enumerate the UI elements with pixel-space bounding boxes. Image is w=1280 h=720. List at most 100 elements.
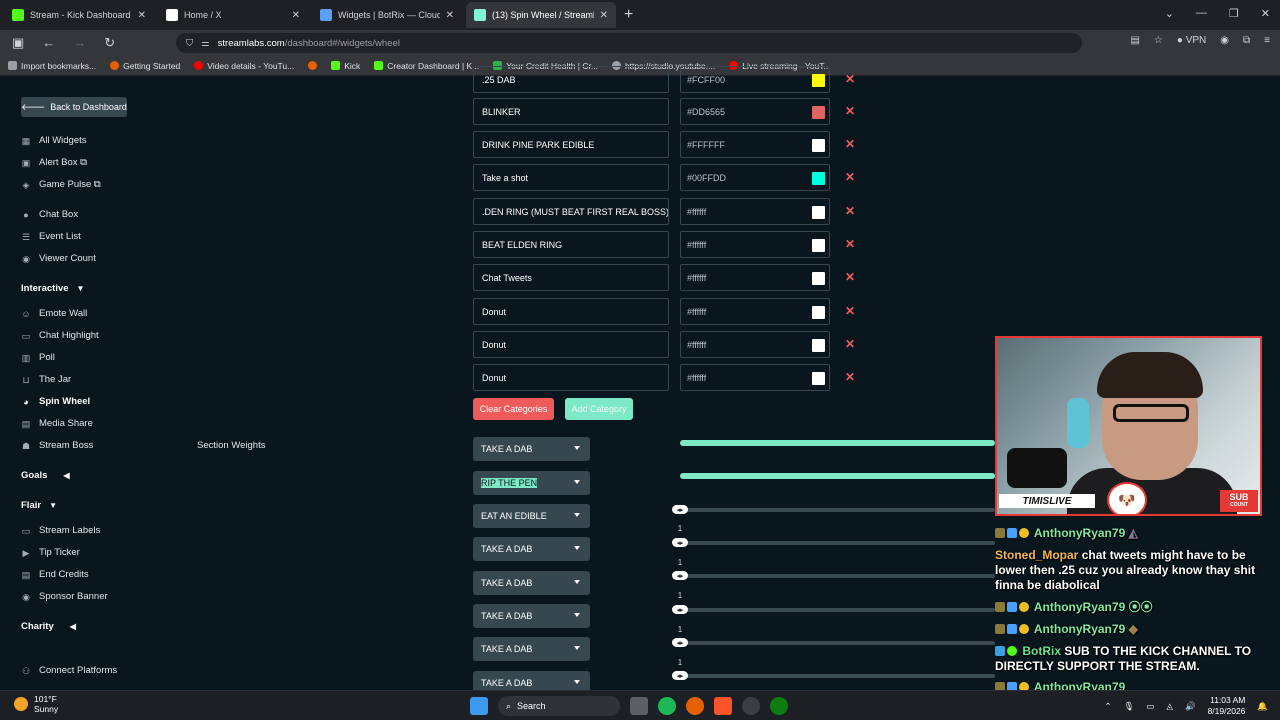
category-color-input[interactable]: #DD6565: [680, 98, 830, 125]
category-name-input[interactable]: Donut: [473, 298, 669, 325]
profile-icon[interactable]: ◉: [1220, 35, 1229, 46]
category-name-input[interactable]: .DEN RING (MUST BEAT FIRST REAL BOSS): [473, 198, 669, 225]
sidebar-section-flair[interactable]: Flair ▼: [21, 500, 57, 511]
delete-category-icon[interactable]: ✕: [845, 72, 855, 86]
category-color-input[interactable]: #ffffff: [680, 264, 830, 291]
color-swatch[interactable]: [812, 372, 825, 385]
delete-category-icon[interactable]: ✕: [845, 270, 855, 284]
color-swatch[interactable]: [812, 172, 825, 185]
color-swatch[interactable]: [812, 139, 825, 152]
sidebar-item-viewer-count[interactable]: ◉ Viewer Count: [21, 253, 96, 264]
sidebar-item-end-credits[interactable]: ▤ End Credits: [21, 569, 89, 580]
screenshot-icon[interactable]: ▤: [1130, 35, 1139, 46]
sidebar-section-charity[interactable]: Charity ◀: [21, 621, 76, 632]
category-name-input[interactable]: DRINK PINE PARK EDIBLE: [473, 131, 669, 158]
color-swatch[interactable]: [812, 74, 825, 87]
color-swatch[interactable]: [812, 339, 825, 352]
delete-category-icon[interactable]: ✕: [845, 104, 855, 118]
close-tab-icon[interactable]: ✕: [138, 10, 146, 21]
browser-tab-x[interactable]: Home / X ✕: [158, 2, 308, 28]
weight-slider[interactable]: [680, 674, 995, 678]
sidebar-item-all-widgets[interactable]: ▦ All Widgets: [21, 135, 87, 146]
bookmark-item[interactable]: Kick: [331, 61, 360, 71]
category-name-input[interactable]: Donut: [473, 364, 669, 391]
category-color-input[interactable]: #00FFDD: [680, 164, 830, 191]
microphone-icon[interactable]: 🎙: [1124, 701, 1135, 712]
clock[interactable]: 11:03 AM 8/19/2026: [1208, 695, 1246, 717]
category-name-input[interactable]: .25 DAB: [473, 66, 669, 93]
sidebar-section-goals[interactable]: Goals ◀: [21, 470, 70, 481]
slider-handle[interactable]: ◂▸: [672, 638, 688, 647]
notification-icon[interactable]: 🔔: [1257, 701, 1268, 712]
weight-section-select[interactable]: TAKE A DAB: [473, 571, 590, 595]
bookmark-star-icon[interactable]: ☆: [1154, 35, 1163, 46]
slider-handle[interactable]: ◂▸: [672, 605, 688, 614]
sidebar-item-tip-ticker[interactable]: ▶ Tip Ticker: [21, 547, 80, 558]
slider-handle[interactable]: ◂▸: [672, 671, 688, 680]
firefox-icon[interactable]: [686, 697, 704, 715]
chevron-up-icon[interactable]: ⌃: [1104, 701, 1111, 712]
delete-category-icon[interactable]: ✕: [845, 237, 855, 251]
sidebar-item-emote-wall[interactable]: ☺ Emote Wall: [21, 308, 87, 319]
task-view-icon[interactable]: [630, 697, 648, 715]
category-name-input[interactable]: BLINKER: [473, 98, 669, 125]
sidebar-item-media-share[interactable]: ▤ Media Share: [21, 418, 93, 429]
maximize-icon[interactable]: ❐: [1229, 7, 1239, 20]
bookmark-item[interactable]: Video details - YouTu...: [194, 61, 294, 71]
delete-category-icon[interactable]: ✕: [845, 170, 855, 184]
category-color-input[interactable]: #ffffff: [680, 298, 830, 325]
sidebar-item-connect-platforms[interactable]: ⚇ Connect Platforms: [21, 665, 117, 676]
reload-icon[interactable]: ↻: [104, 35, 115, 51]
sidebar-item-spin-wheel[interactable]: ◕ Spin Wheel: [21, 396, 90, 407]
weight-section-select[interactable]: EAT AN EDIBLE: [473, 504, 590, 528]
weight-slider[interactable]: [680, 473, 995, 479]
sidebar-toggle-icon[interactable]: ▣: [12, 35, 24, 51]
color-swatch[interactable]: [812, 239, 825, 252]
sidebar-item-stream-boss[interactable]: ☗ Stream Boss: [21, 440, 93, 451]
close-window-icon[interactable]: ✕: [1261, 7, 1270, 20]
vpn-button[interactable]: ● VPN: [1177, 35, 1206, 46]
new-tab-icon[interactable]: +: [624, 6, 633, 24]
weight-slider[interactable]: [680, 574, 995, 578]
obs-icon[interactable]: [742, 697, 760, 715]
bookmark-item[interactable]: [308, 61, 318, 70]
close-tab-icon[interactable]: ✕: [446, 10, 454, 21]
windows-start-icon[interactable]: [470, 697, 488, 715]
weight-section-select[interactable]: TAKE A DAB: [473, 437, 590, 461]
bookmark-item[interactable]: Getting Started: [110, 61, 180, 71]
category-name-input[interactable]: BEAT ELDEN RING: [473, 231, 669, 258]
menu-icon[interactable]: ≡: [1264, 35, 1270, 46]
tab-list-icon[interactable]: ⌄: [1165, 7, 1174, 20]
spotify-icon[interactable]: [658, 697, 676, 715]
site-info-icon[interactable]: ⛉: [186, 38, 193, 49]
slider-handle[interactable]: ◂▸: [672, 505, 688, 514]
delete-category-icon[interactable]: ✕: [845, 337, 855, 351]
weight-slider[interactable]: [680, 440, 995, 446]
close-tab-icon[interactable]: ✕: [600, 10, 608, 21]
clear-categories-button[interactable]: Clear Categories: [473, 398, 554, 420]
category-color-input[interactable]: #FCFF00: [680, 66, 830, 93]
category-color-input[interactable]: #FFFFFF: [680, 131, 830, 158]
weight-slider[interactable]: [680, 541, 995, 545]
add-category-button[interactable]: Add Category: [565, 398, 633, 420]
delete-category-icon[interactable]: ✕: [845, 204, 855, 218]
sidebar-item-game-pulse[interactable]: ◈ Game Pulse ⧉: [21, 179, 101, 190]
sidebar-item-event-list[interactable]: ☰ Event List: [21, 231, 81, 242]
sidebar-item-sponsor-banner[interactable]: ◉ Sponsor Banner: [21, 591, 108, 602]
weather-widget[interactable]: 101°F Sunny: [14, 694, 58, 714]
minimize-icon[interactable]: —: [1196, 7, 1207, 20]
category-color-input[interactable]: #ffffff: [680, 364, 830, 391]
color-swatch[interactable]: [812, 206, 825, 219]
browser-tab-botrix[interactable]: Widgets | BotRix — Cloud Strea ✕: [312, 2, 462, 28]
weight-slider[interactable]: [680, 608, 995, 612]
color-swatch[interactable]: [812, 306, 825, 319]
sidebar-item-stream-labels[interactable]: ▭ Stream Labels: [21, 525, 101, 536]
sidebar-item-the-jar[interactable]: ⊔ The Jar: [21, 374, 71, 385]
weight-section-select[interactable]: TAKE A DAB: [473, 637, 590, 661]
sidebar-item-alert-box[interactable]: ▣ Alert Box ⧉: [21, 157, 87, 168]
brave-icon[interactable]: [714, 697, 732, 715]
sidebar-item-poll[interactable]: ▥ Poll: [21, 352, 55, 363]
color-swatch[interactable]: [812, 272, 825, 285]
weight-section-select[interactable]: TAKE A DAB: [473, 604, 590, 628]
category-name-input[interactable]: Donut: [473, 331, 669, 358]
